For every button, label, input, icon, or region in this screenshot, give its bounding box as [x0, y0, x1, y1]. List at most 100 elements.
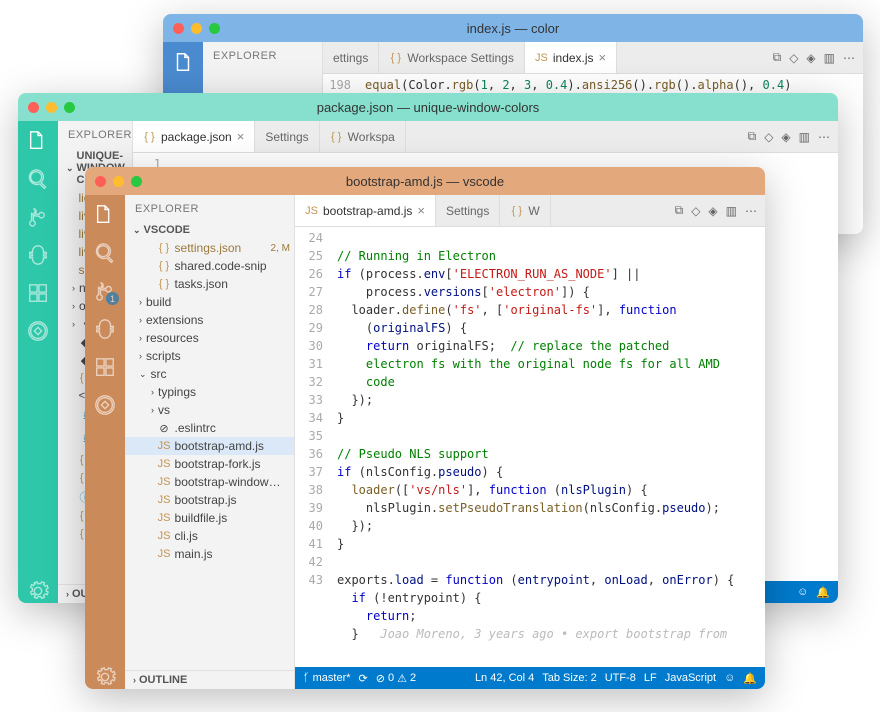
traffic-lights[interactable]: [28, 102, 75, 113]
close-dot[interactable]: [95, 176, 106, 187]
tree-item[interactable]: ›extensions: [125, 311, 294, 329]
chevron-icon: ›: [72, 301, 75, 311]
explorer-icon[interactable]: [93, 203, 117, 227]
debug-icon[interactable]: [26, 243, 50, 267]
tree-item[interactable]: JSbootstrap-amd.js: [125, 437, 294, 455]
refs-icon[interactable]: [93, 393, 117, 417]
editor[interactable]: 2425262728293031323334353637383940414243…: [295, 227, 765, 667]
tab[interactable]: { }W: [500, 195, 550, 226]
tab-actions: ⧉ ◇ ◈ ▥ ⋯: [765, 42, 863, 73]
cursor-pos[interactable]: Ln 42, Col 4: [475, 672, 534, 684]
refs-icon[interactable]: [26, 319, 50, 343]
tab[interactable]: { }Workspa: [320, 121, 406, 152]
tab-size[interactable]: Tab Size: 2: [542, 672, 596, 684]
min-dot[interactable]: [191, 23, 202, 34]
diff-icon[interactable]: ◇: [789, 51, 798, 65]
file-icon: { }: [510, 205, 523, 217]
max-dot[interactable]: [209, 23, 220, 34]
close-dot[interactable]: [173, 23, 184, 34]
tree-label: cli.js: [175, 529, 198, 543]
tab[interactable]: { }package.json×: [133, 121, 255, 152]
tree-item[interactable]: ›build: [125, 293, 294, 311]
branch[interactable]: ᚶ master*: [303, 672, 351, 684]
gutter: 2425262728293031323334353637383940414243: [295, 227, 331, 667]
close-dot[interactable]: [28, 102, 39, 113]
close-icon[interactable]: ×: [417, 203, 425, 218]
chevron-icon: ›: [72, 283, 75, 293]
tree-item[interactable]: { }settings.json 2, M: [125, 239, 294, 257]
max-dot[interactable]: [131, 176, 142, 187]
tree-item[interactable]: ›typings: [125, 383, 294, 401]
max-dot[interactable]: [64, 102, 75, 113]
split-icon[interactable]: ▥: [824, 51, 835, 65]
tab[interactable]: ettings: [323, 42, 379, 73]
tab[interactable]: Settings: [436, 195, 500, 226]
tree-item[interactable]: ›vs: [125, 401, 294, 419]
more-icon[interactable]: ⋯: [843, 51, 855, 65]
tab[interactable]: JSbootstrap-amd.js×: [295, 195, 436, 226]
tree-item[interactable]: ›scripts: [125, 347, 294, 365]
min-dot[interactable]: [113, 176, 124, 187]
compare-icon[interactable]: ⧉: [773, 50, 782, 65]
scm-icon[interactable]: 1: [93, 279, 117, 303]
more-icon[interactable]: ⋯: [818, 130, 830, 144]
close-icon[interactable]: ×: [599, 50, 607, 65]
gear-icon[interactable]: [93, 665, 117, 689]
eol[interactable]: LF: [644, 672, 657, 684]
sidebar-title: EXPLORER: [58, 121, 132, 147]
sidebar-section[interactable]: ⌄VSCODE: [125, 221, 294, 239]
compare-icon[interactable]: ⧉: [675, 203, 684, 218]
min-dot[interactable]: [46, 102, 57, 113]
tree-item[interactable]: JSbootstrap.js: [125, 491, 294, 509]
titlebar[interactable]: bootstrap-amd.js — vscode: [85, 167, 765, 195]
titlebar[interactable]: package.json — unique-window-colors: [18, 93, 838, 121]
tree-item[interactable]: ⊘.eslintrc: [125, 419, 294, 437]
gear-icon[interactable]: [26, 579, 50, 603]
tree-item[interactable]: { }shared.code-snip: [125, 257, 294, 275]
search-icon[interactable]: [93, 241, 117, 265]
file-icon: { }: [158, 242, 171, 254]
tree-item[interactable]: JSbootstrap-window…: [125, 473, 294, 491]
tree-item[interactable]: JSbootstrap-fork.js: [125, 455, 294, 473]
tab-bar: ettings{ }Workspace SettingsJSindex.js× …: [323, 42, 863, 74]
tree-item[interactable]: JSmain.js: [125, 545, 294, 563]
split-icon[interactable]: ▥: [799, 130, 810, 144]
feedback-icon[interactable]: ☺: [797, 586, 808, 598]
close-icon[interactable]: ×: [237, 129, 245, 144]
code[interactable]: // Running in Electronif (process.env['E…: [331, 227, 765, 667]
encoding[interactable]: UTF-8: [605, 672, 636, 684]
problems[interactable]: ⊘ 0 ⚠ 2: [376, 672, 416, 685]
diff-icon[interactable]: ◇: [691, 204, 700, 218]
compare-icon[interactable]: ⧉: [748, 129, 757, 144]
tree-item[interactable]: { }tasks.json: [125, 275, 294, 293]
language[interactable]: JavaScript: [665, 672, 716, 684]
debug-icon[interactable]: [93, 317, 117, 341]
diff2-icon[interactable]: ◈: [781, 130, 790, 144]
tab[interactable]: JSindex.js×: [525, 42, 617, 73]
extensions-icon[interactable]: [93, 355, 117, 379]
tab[interactable]: Settings: [255, 121, 319, 152]
tree-item[interactable]: ›resources: [125, 329, 294, 347]
outline-section[interactable]: ›OUTLINE: [125, 670, 294, 689]
titlebar[interactable]: index.js — color: [163, 14, 863, 42]
diff-icon[interactable]: ◇: [764, 130, 773, 144]
search-icon[interactable]: [26, 167, 50, 191]
explorer-icon[interactable]: [171, 50, 195, 74]
diff2-icon[interactable]: ◈: [708, 204, 717, 218]
bell-icon[interactable]: 🔔: [816, 586, 830, 599]
explorer-icon[interactable]: [26, 129, 50, 153]
traffic-lights[interactable]: [173, 23, 220, 34]
tab[interactable]: { }Workspace Settings: [379, 42, 525, 73]
scm-icon[interactable]: [26, 205, 50, 229]
traffic-lights[interactable]: [95, 176, 142, 187]
tree-item[interactable]: ⌄src: [125, 365, 294, 383]
tree-item[interactable]: JScli.js: [125, 527, 294, 545]
tree-item[interactable]: JSbuildfile.js: [125, 509, 294, 527]
sync-icon[interactable]: ⟳: [359, 672, 368, 685]
more-icon[interactable]: ⋯: [745, 204, 757, 218]
bell-icon[interactable]: 🔔: [743, 672, 757, 685]
split-icon[interactable]: ▥: [726, 204, 737, 218]
diff2-icon[interactable]: ◈: [806, 51, 815, 65]
extensions-icon[interactable]: [26, 281, 50, 305]
feedback-icon[interactable]: ☺: [724, 672, 735, 684]
